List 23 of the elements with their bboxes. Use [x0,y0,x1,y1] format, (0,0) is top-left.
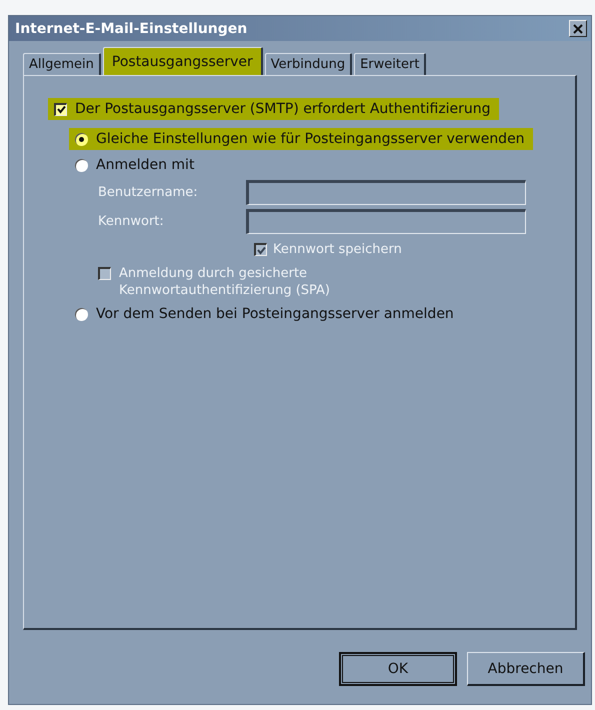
tab[interactable]: Postausgangsserver [102,47,263,75]
radio-label: Gleiche Einstellungen wie für Posteingangsserver verwenden [96,131,525,147]
radio-button[interactable] [75,158,88,172]
radio-button[interactable] [75,308,88,320]
dialog-button[interactable]: OK [339,652,457,686]
window-title: Internet-E-Mail-Einstellungen [15,20,248,36]
radio-label: Anmelden mit [96,157,194,173]
checkbox-label: Der Postausgangsserver (SMTP) erfordert Authentifizierung [75,101,491,117]
input-field[interactable] [246,209,526,234]
tab[interactable]: Erweitert [354,53,426,75]
radio-button[interactable] [75,132,88,146]
tab[interactable]: Verbindung [264,53,352,75]
input-field[interactable] [246,180,526,205]
checkbox[interactable] [54,102,67,116]
tab[interactable]: Allgemein [23,53,101,75]
checkbox-label: Kennwort speichern [273,242,402,257]
close-button[interactable] [569,20,587,37]
checkbox-label: Anmeldung durch gesicherte Kennwortauthentifizierung (SPA) [119,265,331,299]
field-label: Kennwort: [98,214,165,229]
close-icon [573,24,583,34]
dialog-button[interactable]: Abbrechen [467,652,585,686]
radio-label: Vor dem Senden bei Posteingangsserver anmelden [96,306,454,322]
field-label: Benutzername: [98,185,199,200]
